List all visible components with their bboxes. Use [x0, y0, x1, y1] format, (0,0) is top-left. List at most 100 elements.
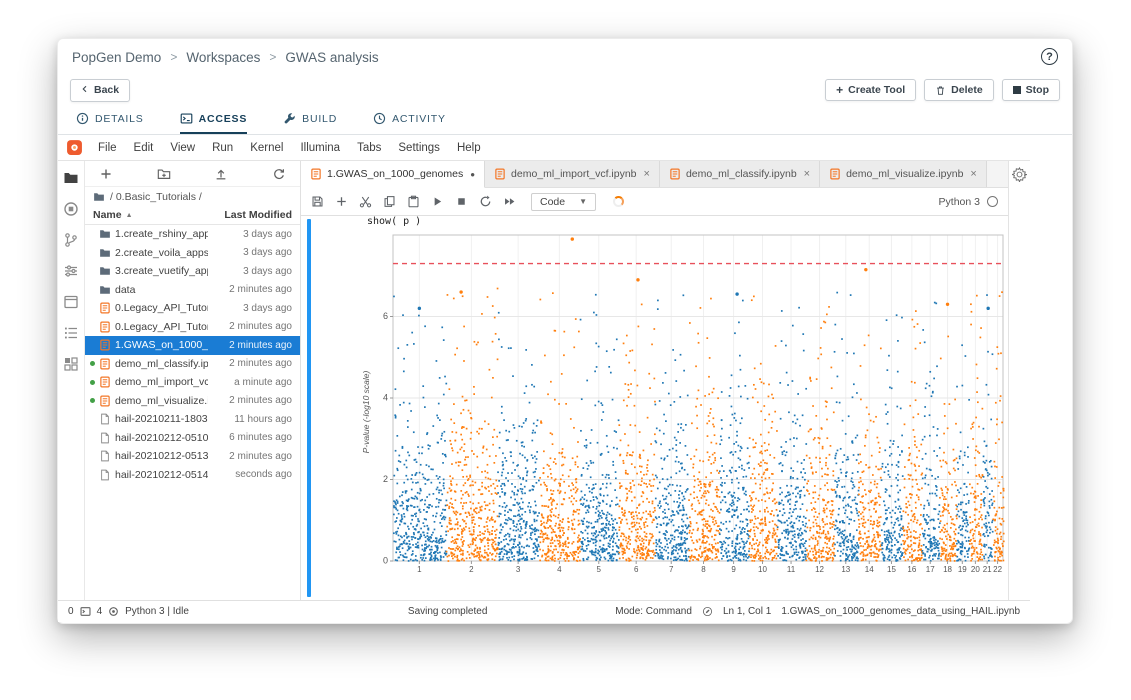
new-folder-icon[interactable] [157, 167, 171, 181]
interrupt-kernel-icon[interactable] [455, 195, 468, 208]
doc-tab-label: demo_ml_import_vcf.ipynb [511, 168, 636, 180]
file-row[interactable]: 1.GWAS_on_1000_geno...2 minutes ago [85, 336, 300, 355]
cell-type-dropdown[interactable]: Code ▼ [531, 193, 596, 211]
property-inspector-icon[interactable] [63, 263, 79, 279]
cell-code[interactable]: show( p ) [367, 216, 421, 227]
file-row[interactable]: hail-20210212-0514-0...seconds ago [85, 466, 300, 485]
file-browser-breadcrumb[interactable]: / 0.Basic_Tutorials / [85, 187, 300, 206]
breadcrumb-separator-icon: > [269, 50, 276, 64]
file-row[interactable]: demo_ml_import_vcf.ip...a minute ago [85, 373, 300, 392]
stop-button[interactable]: Stop [1002, 79, 1060, 101]
back-label: Back [94, 84, 119, 96]
help-icon[interactable]: ? [1041, 48, 1058, 65]
copy-cells-icon[interactable] [383, 195, 396, 208]
kernel-status-text[interactable]: Python 3 | Idle [125, 606, 189, 617]
tab-access[interactable]: ACCESS [180, 105, 248, 134]
upload-icon[interactable] [214, 167, 228, 181]
delete-button[interactable]: Delete [924, 79, 994, 101]
extensions-icon[interactable] [63, 356, 79, 372]
tab-build[interactable]: BUILD [283, 105, 337, 134]
file-browser-panel: / 0.Basic_Tutorials / Name▲ Last Modifie… [85, 161, 301, 600]
breadcrumb-separator-icon: > [170, 50, 177, 64]
modified-column-header[interactable]: Last Modified [212, 209, 292, 221]
breadcrumb-item-project[interactable]: PopGen Demo [72, 50, 161, 65]
table-of-contents-icon[interactable] [63, 325, 79, 341]
clock-icon [373, 112, 386, 125]
name-column-header[interactable]: Name▲ [93, 209, 212, 221]
kernels-count[interactable]: 4 [97, 606, 103, 617]
file-row[interactable]: hail-20210212-0510-0...6 minutes ago [85, 429, 300, 448]
file-row[interactable]: hail-20210212-0513-0...2 minutes ago [85, 447, 300, 466]
stop-square-icon [1013, 86, 1021, 94]
file-row[interactable]: data2 minutes ago [85, 281, 300, 300]
dirty-indicator-icon[interactable]: ● [470, 170, 475, 179]
notebook-icon [99, 339, 111, 351]
file-row[interactable]: 0.Legacy_API_Tutorial_...2 minutes ago [85, 318, 300, 337]
cursor-position[interactable]: Ln 1, Col 1 [723, 606, 771, 617]
new-launcher-icon[interactable] [99, 167, 113, 181]
notebook-icon [494, 168, 506, 180]
doc-tab[interactable]: demo_ml_classify.ipynb× [660, 161, 820, 187]
folder-icon [99, 265, 111, 277]
close-icon[interactable]: × [970, 168, 976, 180]
close-icon[interactable]: × [644, 168, 650, 180]
file-row[interactable]: demo_ml_classify.ipynb2 minutes ago [85, 355, 300, 374]
open-tabs-icon[interactable] [63, 294, 79, 310]
current-path: / 0.Basic_Tutorials / [110, 191, 202, 203]
doc-tab[interactable]: demo_ml_import_vcf.ipynb × [485, 161, 660, 187]
plot-canvas[interactable] [357, 231, 1007, 587]
menu-illumina[interactable]: Illumina [292, 139, 348, 157]
file-row[interactable]: 0.Legacy_API_Tutorial_...3 days ago [85, 299, 300, 318]
kernel-name[interactable]: Python 3 [939, 196, 980, 208]
menu-run[interactable]: Run [204, 139, 241, 157]
notebook-area: 1.GWAS_on_1000_genomes●demo_ml_import_vc… [301, 161, 1008, 600]
file-row[interactable]: 1.create_rshiny_apps3 days ago [85, 225, 300, 244]
tab-details[interactable]: DETAILS [76, 105, 144, 134]
file-row[interactable]: hail-20210211-1803-0...11 hours ago [85, 410, 300, 429]
plus-icon: + [836, 86, 843, 94]
menu-help[interactable]: Help [449, 139, 489, 157]
file-browser-icon[interactable] [63, 170, 79, 186]
jupyterlab-panel: FileEditViewRunKernelIlluminaTabsSetting… [58, 135, 1030, 622]
terminals-count[interactable]: 0 [68, 606, 74, 617]
gear-icon[interactable] [1012, 167, 1027, 182]
menu-view[interactable]: View [162, 139, 203, 157]
close-icon[interactable]: × [804, 168, 810, 180]
run-cell-icon[interactable] [431, 195, 444, 208]
folder-icon [93, 191, 105, 203]
file-name: hail-20210212-0514-0... [115, 469, 208, 481]
menu-edit[interactable]: Edit [126, 139, 162, 157]
notebook-content[interactable]: show( p ) P-value (-log10 scale) [301, 216, 1008, 600]
tab-activity[interactable]: ACTIVITY [373, 105, 446, 134]
git-branch-icon[interactable] [63, 232, 79, 248]
file-row[interactable]: 3.create_vuetify_apps3 days ago [85, 262, 300, 281]
paste-cells-icon[interactable] [407, 195, 420, 208]
refresh-icon[interactable] [272, 167, 286, 181]
insert-cell-icon[interactable] [335, 195, 348, 208]
terminal-icon [180, 112, 193, 125]
file-name: hail-20210212-0513-0... [115, 450, 208, 462]
menu-file[interactable]: File [90, 139, 125, 157]
file-row[interactable]: demo_ml_visualize.ipynb2 minutes ago [85, 392, 300, 411]
run-all-icon[interactable] [503, 195, 516, 208]
folder-icon [99, 284, 111, 296]
create-tool-button[interactable]: + Create Tool [825, 79, 916, 101]
file-icon [99, 413, 111, 425]
file-modified: 3 days ago [212, 229, 292, 240]
restart-kernel-icon[interactable] [479, 195, 492, 208]
menu-settings[interactable]: Settings [390, 139, 448, 157]
save-icon[interactable] [311, 195, 324, 208]
menu-tabs[interactable]: Tabs [349, 139, 389, 157]
kernel-status-icon [987, 196, 998, 207]
running-sessions-icon[interactable] [63, 201, 79, 217]
activity-bar [58, 161, 85, 600]
cut-cells-icon[interactable] [359, 195, 372, 208]
file-row[interactable]: 2.create_voila_apps3 days ago [85, 244, 300, 263]
back-button[interactable]: Back [70, 79, 130, 102]
menu-kernel[interactable]: Kernel [242, 139, 291, 157]
doc-tab[interactable]: demo_ml_visualize.ipynb× [820, 161, 987, 187]
doc-tab[interactable]: 1.GWAS_on_1000_genomes● [301, 161, 485, 188]
breadcrumb-item-workspaces[interactable]: Workspaces [186, 50, 260, 65]
file-modified: 6 minutes ago [212, 432, 292, 443]
command-mode-indicator[interactable]: Mode: Command [615, 606, 692, 617]
